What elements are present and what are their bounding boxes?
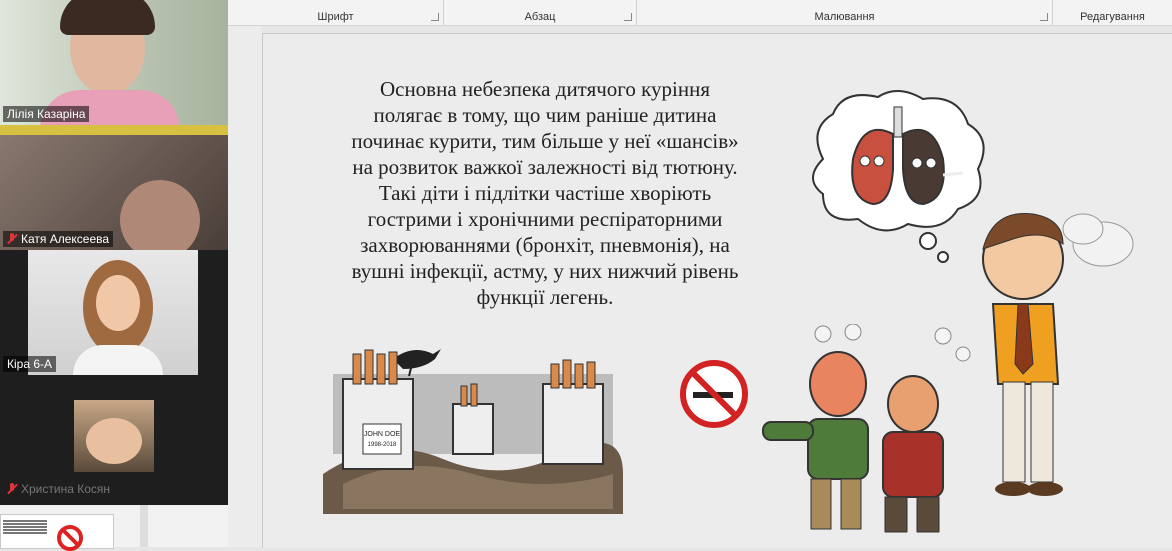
slide-text-line: захворюваннями (бронхіт, пневмонія), на bbox=[360, 233, 730, 257]
drawing-dialog-launcher-icon[interactable] bbox=[1040, 13, 1048, 21]
thumbnail-scrollbar[interactable] bbox=[140, 505, 148, 547]
mic-off-icon bbox=[7, 233, 17, 245]
thumbnail-text bbox=[3, 519, 47, 535]
participant-tile-4[interactable]: Христина Косян bbox=[0, 375, 228, 505]
participant-name: Христина Косян bbox=[21, 482, 111, 496]
slide-text-line: Основна небезпека дитячого куріння bbox=[379, 77, 711, 101]
ribbon-group-font: Шрифт bbox=[228, 0, 444, 25]
ribbon-group-paragraph: Абзац bbox=[444, 0, 637, 25]
mic-off-icon bbox=[7, 483, 17, 495]
participant-tile-1[interactable]: Лілія Казаріна bbox=[0, 0, 228, 125]
ribbon-group-label: Редагування bbox=[1080, 11, 1145, 23]
slide-text-line: починає курити, тим більше у неї «шансів… bbox=[351, 129, 739, 153]
participant-name-tag: Лілія Казаріна bbox=[3, 106, 90, 122]
participant-name: Катя Алексеева bbox=[21, 232, 110, 246]
participant-video bbox=[74, 400, 154, 472]
editor-margin bbox=[228, 26, 262, 547]
slide-text-line: Такі діти і підлітки частіше хворіють bbox=[378, 181, 712, 205]
font-dialog-launcher-icon[interactable] bbox=[431, 13, 439, 21]
gravestone-name: JOHN DOE bbox=[364, 431, 401, 438]
slide-text-line: функції легень. bbox=[476, 285, 614, 309]
ribbon-group-label: Абзац bbox=[524, 11, 556, 23]
video-participants-panel: Лілія Казаріна Катя Алексеева Кіра 6-А Х… bbox=[0, 0, 228, 505]
participant-name-tag: Кіра 6-А bbox=[3, 356, 57, 372]
graveyard-illustration: JOHN DOE 1998-2018 bbox=[323, 349, 623, 514]
slide-text-line: на розвиток важкої залежності від тютюну… bbox=[352, 155, 738, 179]
slide-body-text: Основна небезпека дитячого куріння поляг… bbox=[285, 76, 805, 310]
participant-tile-3[interactable]: Кіра 6-А bbox=[0, 250, 228, 375]
no-smoking-sign-icon bbox=[680, 360, 748, 428]
flag-stripe bbox=[0, 125, 228, 135]
gravestone-dates: 1998-2018 bbox=[368, 442, 397, 448]
ribbon-group-label: Шрифт bbox=[317, 11, 354, 23]
paragraph-dialog-launcher-icon[interactable] bbox=[624, 13, 632, 21]
ribbon-group-drawing: Малювання bbox=[637, 0, 1053, 25]
ribbon-group-editing: Редагування bbox=[1053, 0, 1172, 25]
participant-name-tag: Катя Алексеева bbox=[3, 231, 114, 247]
participant-name: Лілія Казаріна bbox=[7, 107, 86, 121]
slide-canvas[interactable]: Основна небезпека дитячого куріння поляг… bbox=[262, 33, 1172, 548]
slide-text-line: гострими і хронічними респіраторними bbox=[367, 207, 723, 231]
smoking-boy-illustration bbox=[982, 212, 1134, 496]
smoking-kids-illustration bbox=[762, 324, 971, 533]
participant-name: Кіра 6-А bbox=[7, 357, 53, 371]
slide-thumbnail[interactable] bbox=[0, 514, 114, 551]
participant-name-tag: Христина Косян bbox=[3, 481, 114, 497]
participant-tile-2[interactable]: Катя Алексеева bbox=[0, 125, 228, 250]
slide-text-line: полягає в тому, що чим раніше дитина bbox=[373, 103, 717, 127]
ribbon: Шрифт Абзац Малювання Редагування bbox=[228, 0, 1172, 26]
slide-text-line: вушні інфекції, астму, у них нижчий ріве… bbox=[351, 259, 739, 283]
ribbon-group-label: Малювання bbox=[814, 11, 875, 23]
no-smoking-icon bbox=[57, 525, 83, 551]
participant-face bbox=[120, 180, 200, 250]
